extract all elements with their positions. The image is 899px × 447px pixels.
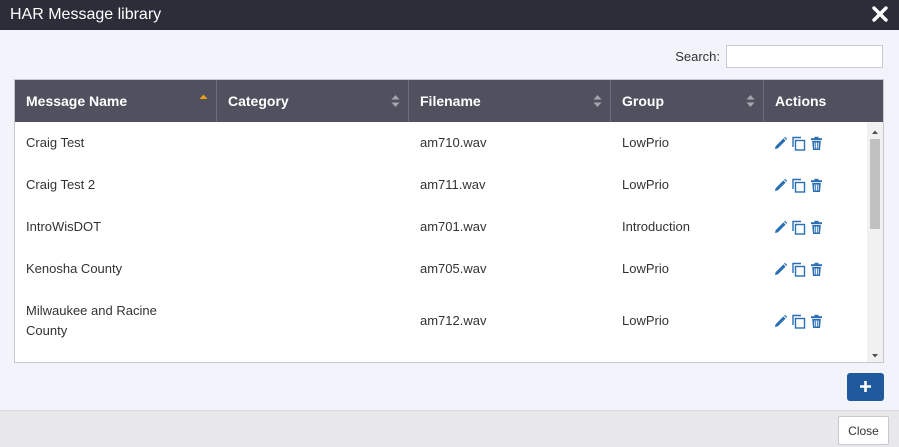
cell-actions — [764, 290, 867, 352]
cell-actions — [764, 122, 867, 164]
vertical-scrollbar[interactable] — [867, 122, 883, 362]
cell-message-name: Craig Test 2 — [26, 177, 96, 192]
edit-icon[interactable] — [773, 220, 788, 235]
delete-icon[interactable] — [809, 220, 824, 235]
delete-icon[interactable] — [809, 136, 824, 151]
column-header-filename[interactable]: Filename — [409, 80, 611, 122]
column-header-label: Actions — [775, 93, 827, 109]
sort-both-icon — [593, 95, 602, 107]
copy-icon[interactable] — [791, 220, 806, 235]
column-header-label: Message Name — [26, 93, 128, 109]
cell-actions — [764, 164, 867, 206]
add-message-button[interactable] — [847, 373, 884, 401]
cell-filename: am710.wav — [420, 135, 487, 150]
cell-filename: am711.wav — [420, 177, 486, 192]
cell-category — [217, 122, 409, 164]
cell-group: LowPrio — [622, 313, 669, 328]
cell-filename: am712.wav — [420, 313, 487, 328]
cell-category — [217, 164, 409, 206]
cell-message-name: Milwaukee and Racine County — [26, 303, 157, 338]
table-row: Craig Test am710.wav LowPrio — [15, 122, 867, 164]
edit-icon[interactable] — [773, 262, 788, 277]
table-body: Craig Test am710.wav LowPrio Craig Test … — [15, 122, 867, 362]
table-header: Message Name Category Filename Group Act… — [15, 80, 883, 122]
column-header-message-name[interactable]: Message Name — [15, 80, 217, 122]
delete-icon[interactable] — [809, 262, 824, 277]
close-button[interactable]: Close — [838, 416, 889, 445]
cell-filename: am701.wav — [420, 219, 487, 234]
plus-icon — [860, 381, 871, 392]
cell-actions — [764, 206, 867, 248]
cell-message-name: Craig Test — [26, 135, 85, 150]
edit-icon[interactable] — [773, 314, 788, 329]
table-row: Craig Test 2 am711.wav LowPrio — [15, 164, 867, 206]
table-row: IntroWisDOT am701.wav Introduction — [15, 206, 867, 248]
edit-icon[interactable] — [773, 178, 788, 193]
cell-actions — [764, 248, 867, 290]
column-header-actions: Actions — [764, 80, 883, 122]
dialog-footer — [0, 410, 899, 447]
cell-category — [217, 206, 409, 248]
column-header-label: Filename — [420, 93, 481, 109]
copy-icon[interactable] — [791, 178, 806, 193]
cell-message-name: Kenosha County — [26, 261, 123, 276]
column-header-group[interactable]: Group — [611, 80, 764, 122]
delete-icon[interactable] — [809, 314, 824, 329]
scrollbar-thumb[interactable] — [870, 139, 880, 229]
cell-group: LowPrio — [622, 177, 669, 192]
delete-icon[interactable] — [809, 178, 824, 193]
scroll-up-icon[interactable] — [867, 125, 883, 135]
sort-ascending-icon — [199, 94, 208, 99]
sort-both-icon — [391, 95, 400, 107]
column-header-category[interactable]: Category — [217, 80, 409, 122]
message-library-dialog: HAR Message library Search: Message Name… — [0, 0, 899, 447]
cell-group: LowPrio — [622, 261, 669, 276]
cell-filename: am705.wav — [420, 261, 487, 276]
cell-category — [217, 290, 409, 352]
scroll-down-icon[interactable] — [867, 349, 883, 359]
table-row: Milwaukee and Racine County am712.wav Lo… — [15, 290, 867, 352]
search-input[interactable] — [726, 45, 883, 68]
copy-icon[interactable] — [791, 262, 806, 277]
cell-group: Introduction — [622, 219, 690, 234]
column-header-label: Group — [622, 93, 664, 109]
edit-icon[interactable] — [773, 136, 788, 151]
dialog-title: HAR Message library — [10, 6, 162, 23]
table-row: Kenosha County am705.wav LowPrio — [15, 248, 867, 290]
search-label: Search: — [675, 49, 720, 64]
message-table: Message Name Category Filename Group Act… — [14, 79, 884, 363]
copy-icon[interactable] — [791, 314, 806, 329]
sort-both-icon — [746, 95, 755, 107]
close-icon[interactable] — [871, 5, 889, 23]
cell-message-name: IntroWisDOT — [26, 219, 102, 234]
cell-group: LowPrio — [622, 135, 669, 150]
title-bar: HAR Message library — [0, 0, 899, 30]
cell-category — [217, 248, 409, 290]
copy-icon[interactable] — [791, 136, 806, 151]
column-header-label: Category — [228, 93, 289, 109]
